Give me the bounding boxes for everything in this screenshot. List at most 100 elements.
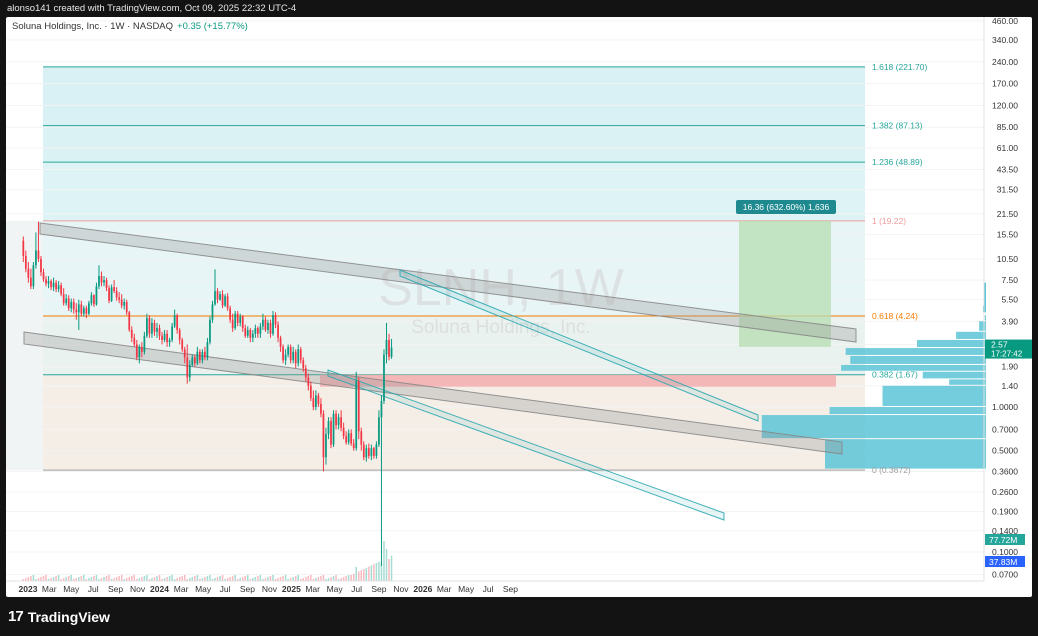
time-tick-label: 2024: [150, 584, 169, 594]
attribution-header: alonso141 created with TradingView.com, …: [7, 3, 297, 14]
candle-body: [130, 329, 133, 338]
volume-bar: [363, 569, 365, 581]
fib-label: 1 (19.22): [872, 216, 906, 226]
candle-body: [345, 436, 348, 443]
candle-body: [365, 448, 368, 458]
candle-body: [183, 349, 186, 358]
symbol-change: +0.35 (+15.77%): [177, 21, 248, 32]
candle-body: [309, 385, 312, 399]
candle-body: [67, 298, 70, 309]
candle-body: [317, 395, 320, 404]
volume-profile-bar: [949, 379, 986, 385]
fib-label: 0.618 (4.24): [872, 311, 918, 321]
candle-body: [166, 333, 168, 343]
price-tick-label: 1.90: [1001, 362, 1018, 372]
candle-body: [105, 280, 108, 289]
volume-bar: [322, 575, 325, 581]
candle-body: [390, 347, 393, 357]
price-tick-label: 21.50: [997, 209, 1019, 219]
candle-body: [171, 326, 174, 340]
volume-bar: [360, 570, 363, 581]
time-tick-label: Jul: [351, 584, 362, 594]
time-tick-label: Sep: [503, 584, 518, 594]
candle-body: [100, 276, 103, 283]
volume-bar: [156, 576, 158, 581]
candle-body: [35, 250, 37, 266]
candle-body: [314, 395, 317, 407]
candle-body: [158, 328, 161, 336]
fib-label: 0.382 (1.67): [872, 370, 918, 380]
candle-body: [385, 339, 388, 355]
price-tick-label: 7.50: [1001, 275, 1018, 285]
tradingview-logo-icon: 17: [8, 608, 24, 625]
volume-bar: [32, 575, 35, 581]
candle-body: [201, 351, 204, 361]
volume-profile-bar: [845, 348, 986, 355]
time-tick-label: Nov: [393, 584, 409, 594]
symbol-legend[interactable]: Soluna Holdings, Inc. · 1W · NASDAQ +0.35…: [12, 21, 248, 32]
volume-bar: [95, 575, 98, 581]
candle-body: [219, 294, 221, 300]
candle-body: [239, 316, 242, 323]
candle-body: [274, 315, 277, 325]
volume-bar: [370, 565, 373, 581]
candle-body: [42, 272, 45, 280]
volume-profile-bar: [984, 315, 986, 321]
volume-bar: [108, 575, 110, 581]
price-tick-label: 0.0700: [992, 569, 1018, 579]
price-tick-label: 0.2600: [992, 487, 1018, 497]
candle-body: [284, 354, 287, 361]
time-tick-label: 2025: [282, 584, 301, 594]
candle-body: [143, 335, 146, 352]
volume-bar: [30, 576, 32, 581]
candle-body: [206, 342, 209, 358]
volume-bar: [93, 576, 95, 581]
volume-profile-bar: [761, 415, 986, 439]
tradingview-footer[interactable]: 17 TradingView: [8, 608, 110, 625]
volume-bar: [191, 577, 194, 581]
price-tick-label: 61.00: [997, 143, 1019, 153]
screenshot-root: alonso141 created with TradingView.com, …: [0, 0, 1038, 636]
candle-body: [269, 322, 272, 334]
volume-bar: [168, 576, 171, 581]
candle-body: [191, 357, 194, 365]
candle-body: [282, 346, 284, 361]
candle-body: [45, 279, 47, 284]
price-tick-label: 0.1000: [992, 547, 1018, 557]
candle-body: [153, 322, 156, 332]
price-tick-label: 0.7000: [992, 424, 1018, 434]
candle-body: [347, 433, 350, 443]
volume-bar: [378, 561, 380, 581]
candle-body: [378, 417, 380, 445]
price-tick-label: 43.50: [997, 164, 1019, 174]
candle-body: [246, 329, 249, 336]
time-tick-label: Nov: [130, 584, 146, 594]
candle-body: [80, 304, 83, 314]
time-tick-label: Jul: [88, 584, 99, 594]
candle-body: [279, 337, 282, 347]
volume-bar: [383, 541, 385, 581]
volume-bar: [45, 575, 47, 581]
volume-bar: [234, 575, 236, 581]
candle-body: [209, 319, 211, 343]
volume-bar: [133, 575, 136, 581]
candle-body: [57, 285, 60, 290]
candle-body: [60, 285, 63, 295]
candle-body: [259, 326, 262, 334]
price-tick-label: 0.5000: [992, 446, 1018, 456]
price-tick-label: 85.00: [997, 122, 1019, 132]
candle-body: [110, 287, 113, 301]
volume-label: 37.83M: [989, 557, 1017, 567]
candle-body: [188, 364, 191, 378]
volume-bar: [347, 575, 350, 581]
volume-bar: [67, 576, 70, 581]
volume-bar: [115, 577, 118, 581]
candle-body: [335, 413, 337, 426]
tradingview-brand: TradingView: [27, 608, 110, 625]
volume-bar: [368, 566, 370, 581]
volume-bar: [216, 577, 219, 581]
price-chart[interactable]: SLNH, 1WSoluna Holdings, Inc. 460.00340.…: [6, 17, 1032, 597]
fib-zone: [43, 374, 865, 471]
volume-bar: [40, 577, 42, 581]
time-tick-label: 2023: [19, 584, 38, 594]
